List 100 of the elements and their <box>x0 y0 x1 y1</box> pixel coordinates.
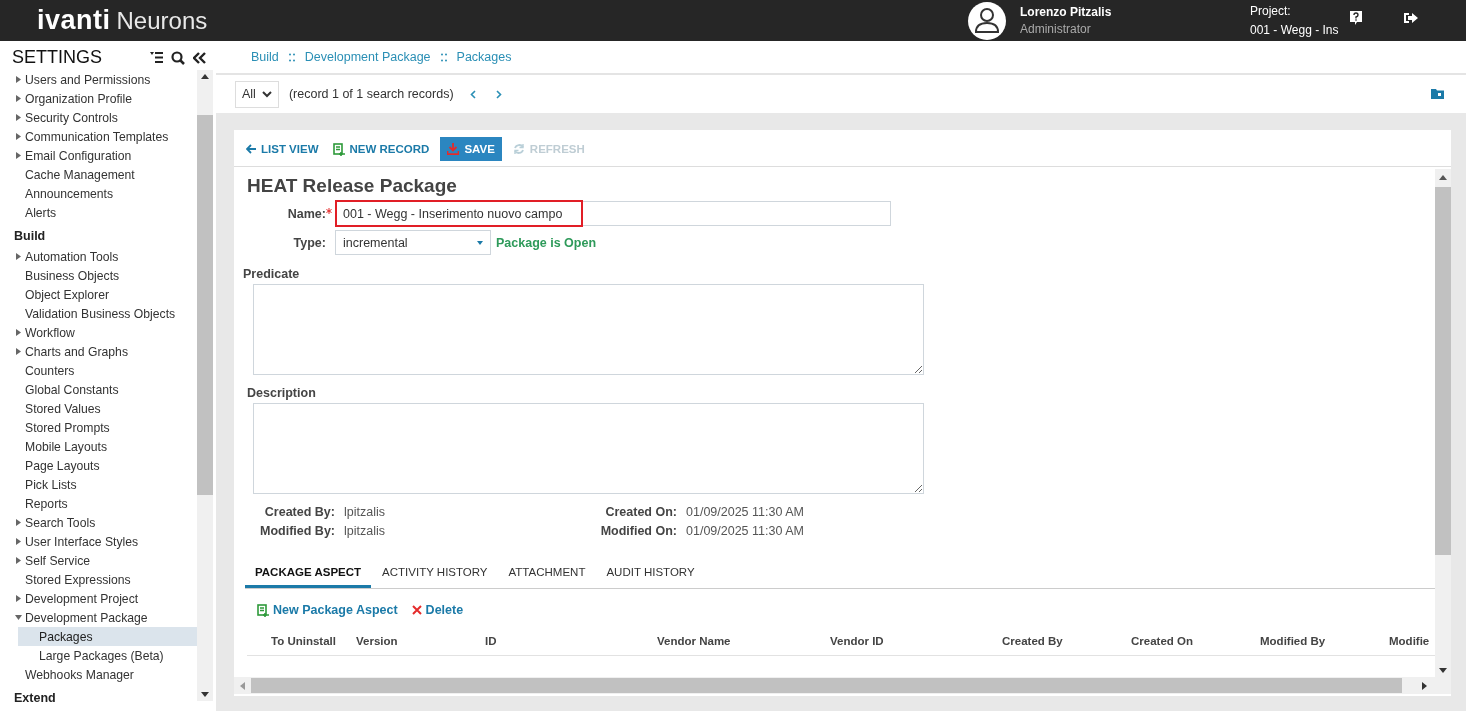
nav-item[interactable]: Announcements <box>0 184 197 203</box>
nav-item[interactable]: Automation Tools <box>0 247 197 266</box>
user-role: Administrator <box>1020 22 1092 36</box>
new-document-icon <box>257 603 269 617</box>
column-header[interactable]: Vendor Name <box>657 635 830 655</box>
column-header[interactable]: Version <box>356 635 485 655</box>
delete-button[interactable]: Delete <box>409 601 466 619</box>
collapsed-triangle-icon[interactable] <box>15 76 22 83</box>
user-avatar-icon[interactable] <box>968 1 1006 40</box>
new-record-button[interactable]: NEW RECORD <box>329 137 433 161</box>
nav-item[interactable]: Page Layouts <box>0 456 197 475</box>
nav-item[interactable]: Pick Lists <box>0 475 197 494</box>
nav-item[interactable]: Workflow <box>0 323 197 342</box>
field-label: Type: <box>292 235 326 250</box>
column-header[interactable]: Vendor ID <box>830 635 1002 655</box>
save-button[interactable]: SAVE <box>440 137 502 161</box>
collapse-icon[interactable] <box>193 51 206 64</box>
nav-item[interactable]: Stored Values <box>0 399 197 418</box>
nav-item[interactable]: Mobile Layouts <box>0 437 197 456</box>
collapsed-triangle-icon[interactable] <box>15 152 22 159</box>
nav-item[interactable]: Communication Templates <box>0 127 197 146</box>
nav-item[interactable]: Stored Expressions <box>0 570 197 589</box>
filter-dropdown[interactable]: All <box>235 80 279 108</box>
nav-item[interactable]: Security Controls <box>0 108 197 127</box>
collapsed-triangle-icon[interactable] <box>15 348 22 355</box>
tab[interactable]: AUDIT HISTORY <box>596 560 705 588</box>
sidebar-scrollbar[interactable] <box>197 70 213 701</box>
column-header[interactable]: Modified By <box>1260 635 1389 655</box>
nav-item[interactable]: Webhooks Manager <box>0 665 197 684</box>
nav-item[interactable]: Organization Profile <box>0 89 197 108</box>
package-status: Package is Open <box>496 235 597 250</box>
nav-item[interactable]: Business Objects <box>0 266 197 285</box>
breadcrumb-link[interactable]: Build <box>251 50 279 64</box>
collapsed-triangle-icon[interactable] <box>15 253 22 260</box>
tab[interactable]: PACKAGE ASPECT <box>245 560 372 588</box>
collapsed-triangle-icon[interactable] <box>15 519 22 526</box>
collapsed-triangle-icon[interactable] <box>15 538 22 545</box>
nav-item[interactable]: User Interface Styles <box>0 532 197 551</box>
project-label: Project: <box>1250 4 1292 18</box>
folder-icon[interactable] <box>1431 89 1444 99</box>
type-dropdown[interactable]: incremental <box>335 230 491 255</box>
meta-label: Modified By: <box>259 523 335 538</box>
tab[interactable]: ATTACHMENT <box>498 560 596 588</box>
nav-item[interactable]: Users and Permissions <box>0 70 197 89</box>
form-title: HEAT Release Package <box>247 175 458 197</box>
collapsed-triangle-icon[interactable] <box>15 595 22 602</box>
content-scrollbar[interactable] <box>1435 169 1451 677</box>
nav-item[interactable]: Email Configuration <box>0 146 197 165</box>
scroll-up-icon[interactable] <box>1439 175 1447 180</box>
search-icon[interactable] <box>171 50 185 65</box>
collapsed-triangle-icon[interactable] <box>15 95 22 102</box>
column-header[interactable]: Created By <box>1002 635 1131 655</box>
collapsed-triangle-icon[interactable] <box>15 133 22 140</box>
column-header[interactable]: ID <box>485 635 657 655</box>
meta-label: Created By: <box>263 504 335 519</box>
nav-section-heading: Extend <box>13 690 57 707</box>
arrow-left-icon <box>246 144 256 154</box>
list-view-button[interactable]: LIST VIEW <box>243 137 322 161</box>
record-count: (record 1 of 1 search records) <box>288 87 454 101</box>
breadcrumb-link[interactable]: Development Package <box>304 50 431 64</box>
nav-item[interactable]: Object Explorer <box>0 285 197 304</box>
nav-item[interactable]: Validation Business Objects <box>0 304 197 323</box>
collapsed-triangle-icon[interactable] <box>15 329 22 336</box>
nav-item[interactable]: Self Service <box>0 551 197 570</box>
nav-subitem[interactable]: Packages <box>18 627 197 646</box>
tree-list-icon[interactable] <box>150 52 163 63</box>
column-header[interactable]: Modifie <box>1389 635 1430 655</box>
previous-icon[interactable] <box>469 89 476 99</box>
nav-item[interactable]: Development Package <box>0 608 197 627</box>
collapsed-triangle-icon[interactable] <box>15 114 22 121</box>
nav-item[interactable]: Alerts <box>0 203 197 222</box>
column-header[interactable]: To Uninstall <box>271 635 356 655</box>
nav-item[interactable]: Search Tools <box>0 513 197 532</box>
nav-item[interactable]: Counters <box>0 361 197 380</box>
nav-subitem[interactable]: Large Packages (Beta) <box>18 646 197 665</box>
download-icon <box>447 143 460 155</box>
breadcrumb-link[interactable]: Packages <box>456 50 512 64</box>
next-icon[interactable] <box>495 89 502 99</box>
tab[interactable]: ACTIVITY HISTORY <box>372 560 498 588</box>
nav-item[interactable]: Cache Management <box>0 165 197 184</box>
collapsed-triangle-icon[interactable] <box>15 557 22 564</box>
sidebar-title: SETTINGS <box>12 47 103 68</box>
horizontal-scrollbar[interactable] <box>234 677 1451 694</box>
breadcrumb-separator-icon <box>288 52 295 62</box>
nav-item[interactable]: Global Constants <box>0 380 197 399</box>
scroll-right-icon[interactable] <box>1422 681 1427 690</box>
scroll-down-icon[interactable] <box>201 692 209 697</box>
new-package-aspect-button[interactable]: New Package Aspect <box>255 601 400 619</box>
chevron-down-icon <box>261 90 272 98</box>
nav-item[interactable]: Stored Prompts <box>0 418 197 437</box>
column-header[interactable]: Created On <box>1131 635 1260 655</box>
scroll-up-icon[interactable] <box>201 74 209 79</box>
meta-label: Modified On: <box>599 523 677 538</box>
nav-item[interactable]: Charts and Graphs <box>0 342 197 361</box>
logout-icon[interactable] <box>1404 11 1418 24</box>
expanded-triangle-icon[interactable] <box>15 614 22 621</box>
nav-item[interactable]: Reports <box>0 494 197 513</box>
nav-item[interactable]: Development Project <box>0 589 197 608</box>
help-icon[interactable] <box>1350 10 1362 25</box>
scroll-down-icon[interactable] <box>1439 668 1447 673</box>
